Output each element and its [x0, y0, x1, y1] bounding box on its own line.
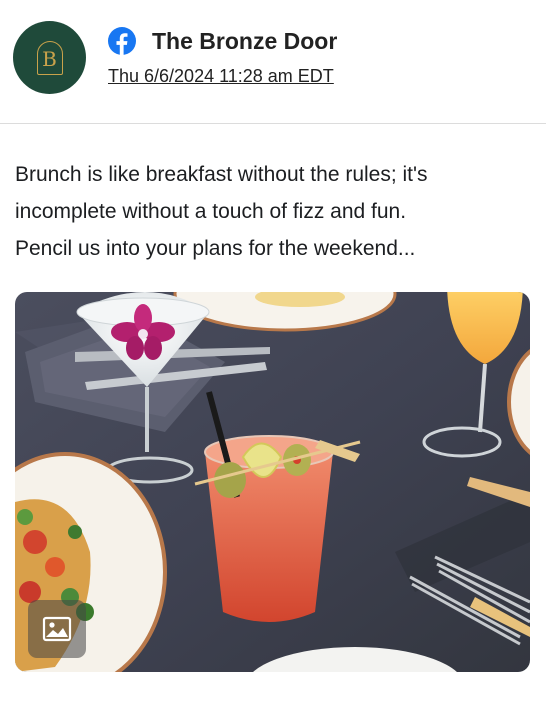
header-divider: [0, 123, 546, 124]
post-photo[interactable]: [15, 292, 530, 672]
facebook-icon: [108, 27, 136, 55]
page-avatar[interactable]: B: [13, 21, 86, 94]
brunch-table-photo: [15, 292, 530, 672]
logo-letter: B: [42, 47, 57, 71]
caption-line: Brunch is like breakfast without the rul…: [15, 163, 428, 186]
post-caption: Brunch is like breakfast without the rul…: [15, 156, 535, 267]
caption-line: incomplete without a touch of fizz and f…: [15, 200, 407, 223]
post-header: B The Bronze Door Thu 6/6/2024 11:28 am …: [0, 0, 546, 123]
image-type-badge[interactable]: [28, 600, 86, 658]
caption-line: Pencil us into your plans for the weeken…: [15, 237, 416, 260]
bronze-door-logo: B: [36, 40, 63, 75]
page-name[interactable]: The Bronze Door: [152, 27, 337, 55]
image-icon: [42, 616, 72, 642]
post-timestamp[interactable]: Thu 6/6/2024 11:28 am EDT: [108, 64, 334, 88]
